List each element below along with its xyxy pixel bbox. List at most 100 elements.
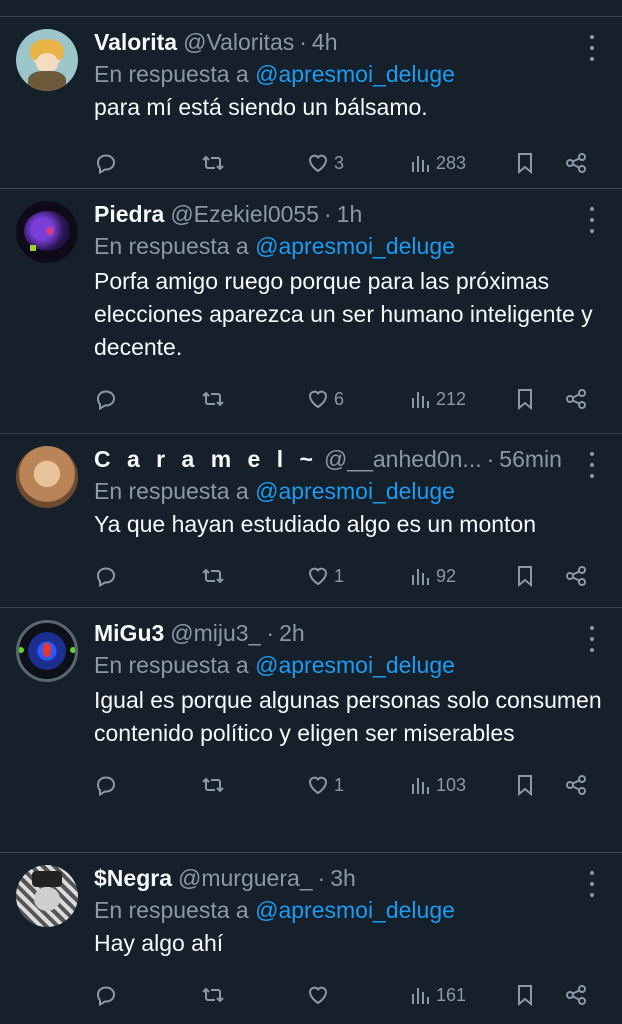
mention-link[interactable]: @apresmoi_deluge — [255, 652, 455, 678]
display-name[interactable]: C a r a m e l ~ — [94, 444, 318, 474]
display-name[interactable]: Piedra — [94, 199, 164, 229]
user-handle[interactable]: @__anhed0n... — [324, 444, 482, 474]
mention-link[interactable]: @apresmoi_deluge — [255, 897, 455, 923]
share-button[interactable] — [564, 773, 588, 797]
mention-link[interactable]: @apresmoi_deluge — [255, 233, 455, 259]
tweet-header: Piedra @Ezekiel0055 · 1h — [94, 199, 606, 229]
reply-icon — [96, 986, 116, 1007]
like-button[interactable]: 1 — [306, 773, 344, 797]
retweet-button[interactable] — [201, 773, 225, 797]
tweet-header: $Negra @murguera_ · 3h — [94, 863, 606, 893]
reply-tweet[interactable]: MiGu3 @miju3_ · 2h En respuesta a @apres… — [0, 608, 622, 853]
like-button[interactable]: 3 — [306, 151, 344, 175]
views-button[interactable]: 92 — [408, 564, 456, 588]
display-name[interactable]: MiGu3 — [94, 618, 164, 648]
avatar[interactable] — [16, 620, 78, 682]
more-options-icon[interactable] — [582, 452, 602, 478]
more-options-icon[interactable] — [582, 35, 602, 61]
view-count: 161 — [436, 984, 467, 1005]
heart-icon — [308, 390, 328, 409]
views-button[interactable]: 212 — [408, 387, 466, 411]
action-bar: 1 92 — [94, 541, 606, 611]
mention-link[interactable]: @apresmoi_deluge — [255, 478, 455, 504]
like-count: 1 — [334, 774, 345, 795]
retweet-button[interactable] — [201, 983, 225, 1007]
timestamp[interactable]: 1h — [337, 199, 363, 229]
retweet-button[interactable] — [201, 151, 225, 175]
reply-button[interactable] — [94, 773, 118, 797]
tweet-text: Ya que hayan estudiado algo es un monton — [94, 511, 537, 537]
avatar[interactable] — [16, 201, 78, 263]
views-button[interactable]: 103 — [408, 773, 466, 797]
display-name[interactable]: $Negra — [94, 863, 172, 893]
more-options-icon[interactable] — [582, 626, 602, 652]
mention-link[interactable]: @apresmoi_deluge — [255, 61, 455, 87]
user-handle[interactable]: @murguera_ — [178, 863, 313, 893]
tweet-text: Porfa amigo ruego porque para las próxim… — [94, 268, 593, 360]
timestamp[interactable]: 4h — [312, 27, 338, 57]
view-count: 103 — [436, 774, 467, 795]
view-count: 212 — [436, 388, 467, 409]
views-button[interactable]: 283 — [408, 151, 466, 175]
reply-icon — [96, 154, 116, 175]
like-button[interactable]: 1 — [306, 564, 344, 588]
display-name[interactable]: Valorita — [94, 27, 177, 57]
user-handle[interactable]: @miju3_ — [170, 618, 261, 648]
more-options-icon[interactable] — [582, 207, 602, 233]
avatar[interactable] — [16, 865, 78, 927]
avatar[interactable] — [16, 446, 78, 508]
share-button[interactable] — [564, 564, 588, 588]
bookmark-icon — [518, 775, 532, 797]
like-button[interactable] — [306, 983, 334, 1007]
bookmark-icon — [518, 566, 532, 588]
timestamp[interactable]: 3h — [330, 863, 356, 893]
user-handle[interactable]: @Valoritas — [183, 27, 294, 57]
bookmark-button[interactable] — [513, 773, 537, 797]
retweet-icon — [202, 155, 224, 171]
reply-context: En respuesta a @apresmoi_deluge — [94, 474, 606, 508]
reply-tweet[interactable]: Valorita @Valoritas · 4h En respuesta a … — [0, 17, 622, 189]
reply-tweet[interactable]: C a r a m e l ~ @__anhed0n... · 56min En… — [0, 434, 622, 608]
retweet-button[interactable] — [201, 387, 225, 411]
bookmark-icon — [518, 153, 532, 175]
reply-button[interactable] — [94, 983, 118, 1007]
share-icon — [566, 985, 586, 1005]
separator-dot: · — [299, 29, 307, 55]
reply-tweet[interactable]: Piedra @Ezekiel0055 · 1h En respuesta a … — [0, 189, 622, 434]
more-options-icon[interactable] — [582, 871, 602, 897]
reply-context: En respuesta a @apresmoi_deluge — [94, 893, 606, 927]
reply-prefix: En respuesta a — [94, 61, 249, 87]
heart-icon — [308, 154, 328, 173]
reply-button[interactable] — [94, 151, 118, 175]
reply-tweet[interactable]: $Negra @murguera_ · 3h En respuesta a @a… — [0, 853, 622, 1024]
share-button[interactable] — [564, 387, 588, 411]
share-button[interactable] — [564, 983, 588, 1007]
reply-button[interactable] — [94, 387, 118, 411]
analytics-icon — [412, 988, 429, 1004]
avatar[interactable] — [16, 29, 78, 91]
reply-button[interactable] — [94, 564, 118, 588]
reply-prefix: En respuesta a — [94, 478, 249, 504]
bookmark-button[interactable] — [513, 151, 537, 175]
like-count: 3 — [334, 152, 345, 173]
bookmark-button[interactable] — [513, 387, 537, 411]
bookmark-icon — [518, 389, 532, 411]
share-button[interactable] — [564, 151, 588, 175]
user-handle[interactable]: @Ezekiel0055 — [170, 199, 319, 229]
view-count: 92 — [436, 565, 457, 586]
timestamp[interactable]: 56min — [499, 444, 562, 474]
action-bar: 3 283 — [94, 128, 606, 198]
reply-feed: Valorita @Valoritas · 4h En respuesta a … — [0, 0, 622, 1024]
bookmark-button[interactable] — [513, 564, 537, 588]
like-button[interactable]: 6 — [306, 387, 344, 411]
retweet-button[interactable] — [201, 564, 225, 588]
views-button[interactable]: 161 — [408, 983, 466, 1007]
tweet-header: Valorita @Valoritas · 4h — [94, 27, 606, 57]
retweet-icon — [202, 777, 224, 793]
like-count: 6 — [334, 388, 345, 409]
bookmark-button[interactable] — [513, 983, 537, 1007]
tweet-text: para mí está siendo un bálsamo. — [94, 94, 428, 120]
reply-context: En respuesta a @apresmoi_deluge — [94, 648, 606, 682]
analytics-icon — [412, 778, 429, 794]
timestamp[interactable]: 2h — [279, 618, 305, 648]
